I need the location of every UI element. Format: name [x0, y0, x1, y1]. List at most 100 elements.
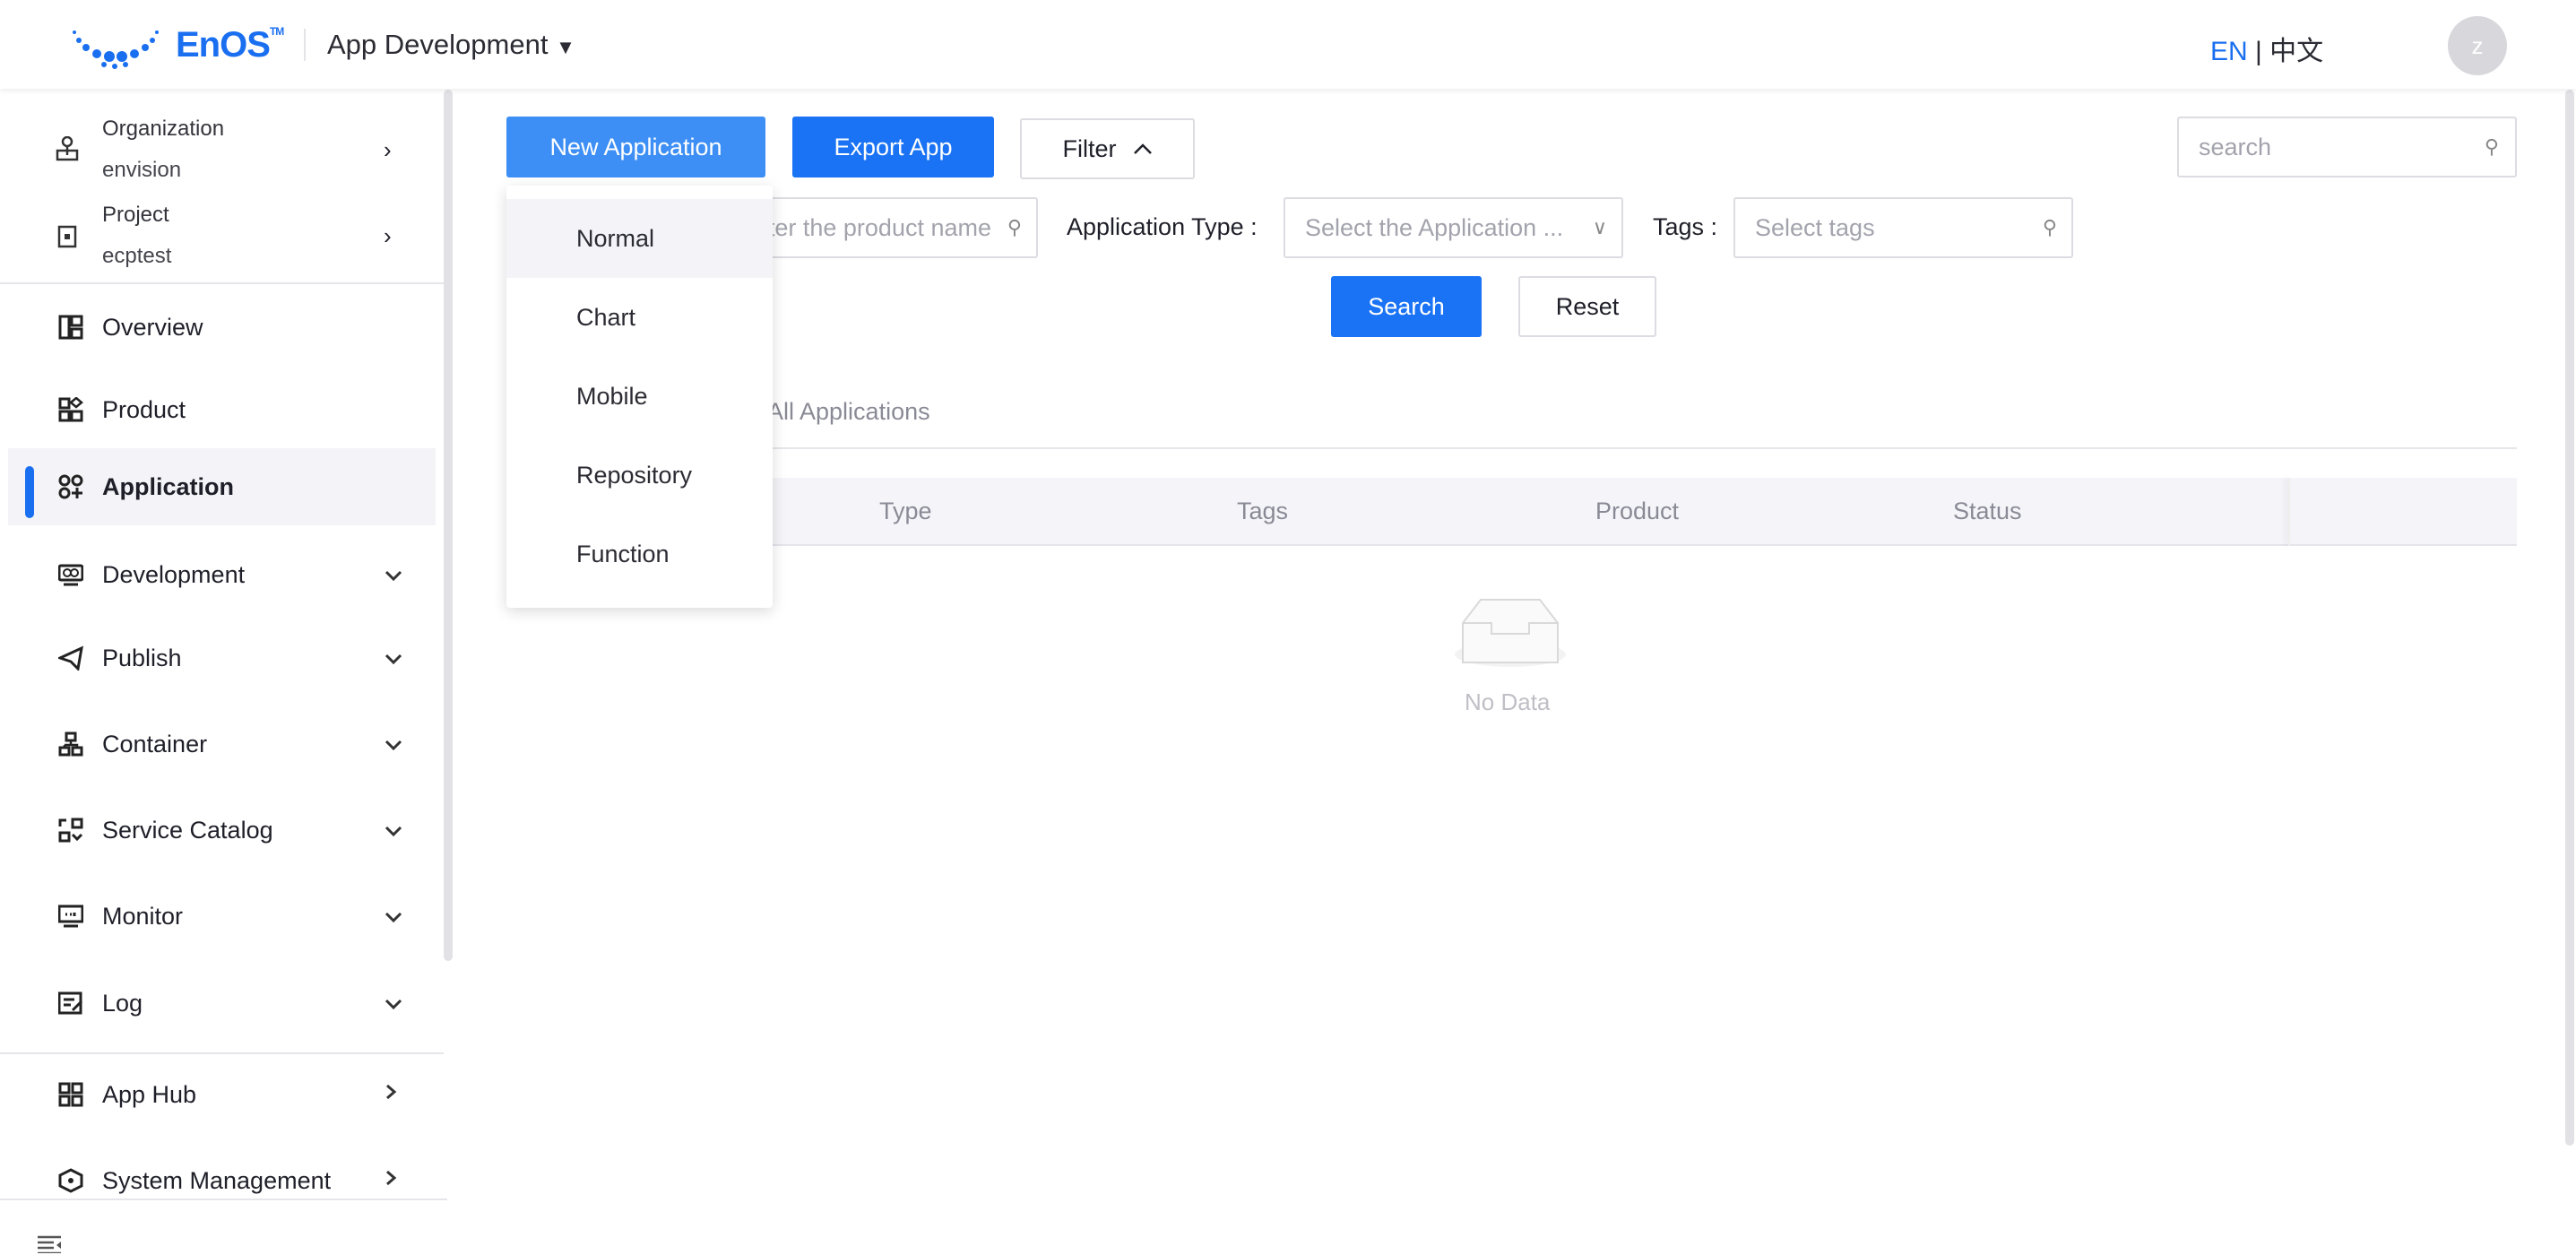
sidebar-item-label: Log: [102, 989, 143, 1017]
application-type-select[interactable]: Select the Application ... ∨: [1284, 197, 1623, 258]
menu-item-chart[interactable]: Chart: [506, 278, 773, 357]
sidebar-item-label: Publish: [102, 644, 182, 671]
menu-item-mobile[interactable]: Mobile: [506, 357, 773, 436]
menu-item-normal[interactable]: Normal: [506, 199, 773, 278]
new-application-menu: Normal Chart Mobile Repository Function: [506, 186, 773, 608]
chevron-right-icon: ›: [384, 136, 392, 163]
organization-value: envision: [102, 158, 182, 182]
sidebar-item-development[interactable]: Development: [8, 536, 436, 613]
header-divider: [304, 29, 306, 61]
menu-item-function[interactable]: Function: [506, 515, 773, 593]
chevron-right-icon: ›: [384, 222, 392, 249]
project-selector[interactable]: Project ecptest ›: [0, 192, 430, 278]
sidebar-item-label: App Hub: [102, 1080, 197, 1108]
sidebar-item-log[interactable]: Log: [8, 965, 436, 1042]
system-management-icon: [58, 1168, 83, 1193]
app-switcher[interactable]: App Development ▼: [327, 29, 575, 61]
sidebar-item-application[interactable]: Application: [8, 448, 436, 525]
collapse-sidebar-icon[interactable]: [38, 1235, 63, 1253]
tags-select[interactable]: Select tags ⚲: [1733, 197, 2073, 258]
sidebar-item-app-hub[interactable]: App Hub: [8, 1056, 436, 1133]
chevron-down-icon: [385, 904, 402, 928]
organization-icon: [56, 136, 79, 161]
column-header-product: Product: [1595, 498, 1680, 524]
sidebar-item-label: Application: [102, 472, 234, 500]
page-scrollbar[interactable]: [2565, 90, 2574, 1146]
search-input[interactable]: search ⚲: [2177, 117, 2517, 177]
overview-icon: [58, 315, 83, 340]
publish-icon: [58, 645, 83, 671]
sidebar-item-system-management[interactable]: System Management: [8, 1142, 436, 1219]
development-icon: [58, 562, 83, 587]
chevron-down-icon: [385, 646, 402, 670]
sidebar-item-label: Development: [102, 560, 246, 588]
filter-button[interactable]: Filter: [1020, 118, 1195, 179]
lang-zh[interactable]: 中文: [2269, 37, 2323, 66]
table-header: [506, 478, 2517, 546]
fixed-column-shadow: [2288, 478, 2290, 546]
sidebar-item-label: System Management: [102, 1166, 332, 1194]
empty-box-icon: [1455, 599, 1566, 667]
tab-all-applications[interactable]: All Applications: [767, 398, 930, 426]
sidebar-divider: [0, 282, 444, 284]
chevron-down-icon: [385, 732, 402, 756]
log-icon: [58, 991, 83, 1016]
project-value: ecptest: [102, 244, 172, 268]
top-header: EnOSTM App Development ▼ EN | 中文 z: [0, 0, 2576, 89]
product-icon: [58, 397, 83, 422]
sidebar-item-label: Container: [102, 730, 208, 757]
lang-en[interactable]: EN: [2210, 37, 2248, 66]
search-icon: ⚲: [2042, 216, 2057, 238]
organization-selector[interactable]: Organization envision ›: [0, 106, 430, 192]
container-icon: [58, 731, 83, 757]
enos-logo-icon: [73, 30, 159, 69]
language-switch[interactable]: EN | 中文: [2210, 29, 2323, 68]
tabs-divider: [506, 447, 2517, 449]
sidebar-item-product[interactable]: Product: [8, 371, 436, 448]
chevron-up-icon: [1133, 143, 1152, 154]
sidebar-divider: [0, 1052, 444, 1054]
application-icon: [58, 474, 83, 499]
app-hub-icon: [58, 1082, 83, 1107]
search-button[interactable]: Search: [1331, 276, 1482, 337]
sidebar-item-service-catalog[interactable]: Service Catalog: [8, 792, 436, 869]
sidebar-item-monitor[interactable]: Monitor: [8, 878, 436, 955]
sidebar-item-label: Monitor: [102, 902, 184, 930]
menu-item-repository[interactable]: Repository: [506, 436, 773, 515]
chevron-down-icon: [385, 818, 402, 842]
sidebar-scrollbar[interactable]: [444, 90, 453, 961]
avatar[interactable]: z: [2448, 16, 2507, 75]
reset-button[interactable]: Reset: [1518, 276, 1656, 337]
organization-label: Organization: [102, 117, 225, 141]
sidebar-item-label: Overview: [102, 313, 203, 341]
chevron-right-icon: [385, 1083, 397, 1106]
sidebar-item-container[interactable]: Container: [8, 705, 436, 783]
brand-logo-text: EnOSTM: [176, 25, 284, 65]
sidebar-item-publish[interactable]: Publish: [8, 619, 436, 697]
chevron-down-icon: [385, 563, 402, 586]
monitor-icon: [58, 904, 83, 929]
sidebar-item-label: Service Catalog: [102, 816, 273, 844]
empty-text: No Data: [1465, 688, 1551, 715]
search-icon: ⚲: [1007, 216, 1022, 238]
service-catalog-icon: [58, 818, 83, 843]
column-header-tags: Tags: [1237, 498, 1289, 524]
caret-down-icon: ▼: [556, 36, 575, 58]
chevron-down-icon: ∨: [1592, 216, 1607, 238]
sidebar-divider: [0, 1199, 447, 1200]
export-app-button[interactable]: Export App: [792, 117, 994, 177]
project-label: Project: [102, 203, 169, 227]
new-application-button[interactable]: New Application: [506, 117, 765, 177]
application-type-label: Application Type :: [1067, 213, 1258, 240]
project-icon: [57, 225, 77, 248]
column-header-type: Type: [879, 498, 932, 524]
active-indicator: [25, 466, 34, 518]
tags-label: Tags :: [1653, 213, 1718, 240]
column-header-status: Status: [1953, 498, 2022, 524]
chevron-down-icon: [385, 991, 402, 1015]
search-icon: ⚲: [2484, 135, 2499, 158]
sidebar-item-overview[interactable]: Overview: [8, 289, 436, 366]
lang-separator: |: [2255, 37, 2262, 66]
sidebar-item-label: Product: [102, 395, 186, 423]
chevron-right-icon: [385, 1169, 397, 1192]
